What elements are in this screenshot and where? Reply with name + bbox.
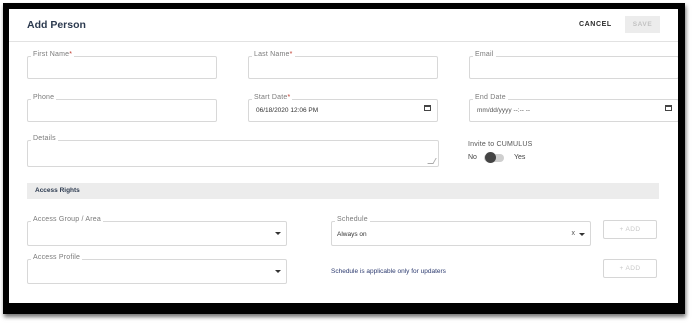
add-schedule-button[interactable]: + ADD: [603, 220, 657, 239]
access-rights-label: Access Rights: [35, 187, 80, 194]
access-rights-section-header: Access Rights: [27, 183, 659, 199]
schedule-note: Schedule is applicable only for updaters: [331, 268, 446, 275]
access-profile-box[interactable]: [27, 259, 287, 284]
last-name-label: Last Name*: [252, 51, 295, 58]
schedule-select[interactable]: Schedule Always on x: [331, 216, 591, 246]
first-name-input[interactable]: [27, 56, 217, 79]
toggle-knob: [485, 152, 496, 163]
access-group-area-box[interactable]: [27, 221, 287, 246]
caret-down-icon[interactable]: [579, 233, 585, 236]
end-date-label: End Date: [473, 94, 508, 101]
access-group-area-label: Access Group / Area: [31, 216, 103, 223]
schedule-box[interactable]: [331, 221, 591, 246]
caret-down-icon[interactable]: [275, 270, 281, 273]
add-profile-button[interactable]: + ADD: [603, 259, 657, 278]
end-date-field[interactable]: End Date mm/dd/yyyy --:-- --: [469, 94, 678, 122]
schedule-label: Schedule: [335, 216, 370, 223]
end-date-value: mm/dd/yyyy --:-- --: [477, 107, 531, 114]
invite-no-label: No: [468, 154, 477, 161]
email-field[interactable]: Email: [469, 51, 678, 79]
cancel-button[interactable]: CANCEL: [579, 21, 612, 28]
dialog-header: Add Person CANCEL SAVE: [9, 9, 678, 42]
invite-yes-label: Yes: [514, 154, 526, 161]
first-name-field[interactable]: First Name*: [27, 51, 217, 79]
save-button[interactable]: SAVE: [625, 16, 660, 33]
details-textarea[interactable]: [27, 140, 439, 167]
phone-label: Phone: [31, 94, 57, 101]
schedule-value: Always on: [337, 231, 367, 238]
calendar-icon[interactable]: [665, 105, 672, 111]
email-input[interactable]: [469, 56, 678, 79]
start-date-field[interactable]: Start Date* 06/18/2020 12:06 PM: [248, 94, 438, 122]
details-field[interactable]: Details: [27, 135, 439, 167]
calendar-icon[interactable]: [424, 105, 431, 111]
window-frame: Add Person CANCEL SAVE First Name* Last …: [3, 3, 685, 314]
caret-down-icon[interactable]: [275, 232, 281, 235]
email-label: Email: [473, 51, 496, 58]
start-date-label: Start Date*: [252, 94, 293, 101]
invite-toggle[interactable]: [484, 152, 504, 163]
add-person-dialog: Add Person CANCEL SAVE First Name* Last …: [9, 9, 678, 303]
phone-field[interactable]: Phone: [27, 94, 217, 122]
first-name-label: First Name*: [31, 51, 75, 58]
details-label: Details: [31, 135, 58, 142]
clear-icon[interactable]: x: [572, 230, 576, 237]
access-profile-select[interactable]: Access Profile: [27, 254, 287, 284]
last-name-field[interactable]: Last Name*: [248, 51, 438, 79]
invite-label: Invite to CUMULUS: [468, 141, 533, 148]
phone-input[interactable]: [27, 99, 217, 122]
start-date-value: 06/18/2020 12:06 PM: [256, 107, 319, 114]
dialog-title: Add Person: [27, 19, 86, 31]
access-group-area-select[interactable]: Access Group / Area: [27, 216, 287, 246]
last-name-input[interactable]: [248, 56, 438, 79]
access-profile-label: Access Profile: [31, 254, 83, 261]
